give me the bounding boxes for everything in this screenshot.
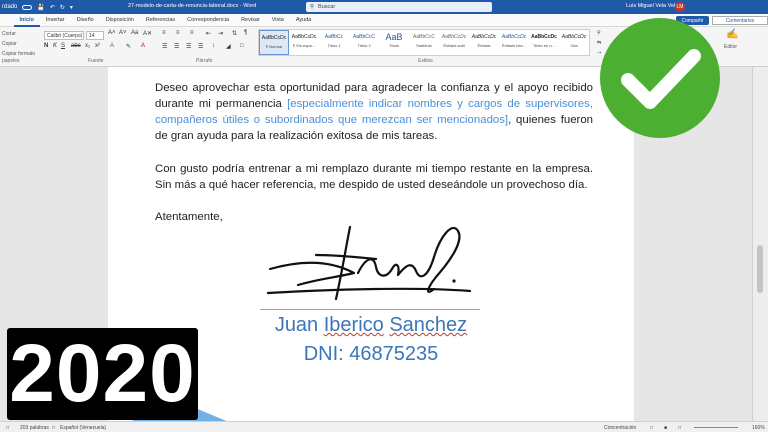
zoom-level[interactable]: 160% [752,425,765,431]
redo-icon[interactable]: ↻ [60,4,65,11]
change-case-icon[interactable]: Aa [131,30,138,36]
undo-icon[interactable]: ↶ [50,4,55,11]
tab-diseno[interactable]: Diseño [71,14,100,27]
search-placeholder: Buscar [318,4,336,10]
signature-line [260,309,480,310]
show-marks-icon[interactable]: ¶ [244,30,247,36]
proofing-icon[interactable]: □ [52,425,55,431]
paragraph-training[interactable]: Con gusto podría entrenar a mi remplazo … [155,161,593,193]
bold-button[interactable]: N [44,43,48,49]
text-effects-icon[interactable]: A [110,43,114,49]
styles-group-label: Estilos [418,58,433,64]
tab-referencias[interactable]: Referencias [140,14,181,27]
tab-ayuda[interactable]: Ayuda [290,14,318,27]
style-subtitle[interactable]: AaBbCcC Subtítulo [409,30,439,55]
borders-icon[interactable]: □ [240,43,244,49]
style-normal[interactable]: AaBbCcDc ¶ Normal [259,30,289,55]
zoom-slider[interactable] [694,427,738,428]
search-input[interactable]: ⚲ Buscar [306,2,492,12]
user-name[interactable]: Luis Miguel Vela Vela [626,3,678,9]
tab-revisar[interactable]: Revisar [235,14,266,27]
align-center-icon[interactable]: ☰ [174,43,179,50]
paragraph-thanks[interactable]: Deseo aprovechar esta oportunidad para a… [155,80,593,144]
editor-button[interactable]: Editor [724,44,737,50]
print-layout-icon[interactable]: ■ [664,425,667,431]
tab-inicio[interactable]: Inicio [13,14,40,27]
autosave-toggle[interactable] [22,4,33,10]
year-badge: 2020 [7,328,198,420]
numbering-icon[interactable]: ≡ [176,30,180,36]
scrollbar-thumb[interactable] [757,245,763,293]
style-title[interactable]: AaB Título [379,30,409,55]
subscript-button[interactable]: x₂ [85,43,90,49]
style-heading-1[interactable]: AaBbCc Título 1 [319,30,349,55]
style-heading-2[interactable]: AaBbCcC Título 2 [349,30,379,55]
strikethrough-button[interactable]: abc [71,43,81,49]
highlight-icon[interactable]: ✎ [126,43,131,50]
superscript-button[interactable]: x² [95,43,100,49]
signer-name[interactable]: Juan Iberico Sanchez [208,314,534,337]
focus-mode-button[interactable]: Concentración [604,425,636,431]
italic-button[interactable]: K [53,43,57,49]
bullets-icon[interactable]: ≡ [162,30,166,36]
signer-dni[interactable]: DNI: 46875235 [208,343,534,366]
chevron-down-icon[interactable]: ▾ [70,4,73,11]
vertical-scrollbar[interactable] [752,67,768,421]
web-layout-icon[interactable]: □ [678,425,681,431]
styles-gallery: AaBbCcDc ¶ Normal AaBbCcDc ¶ Sin espa...… [258,29,590,56]
tab-correspondencia[interactable]: Correspondencia [181,14,235,27]
multilevel-icon[interactable]: ≡ [190,30,194,36]
font-name-select[interactable]: Calibri (Cuerpo) [44,31,84,40]
format-painter-button[interactable]: Copiar formato [2,51,35,57]
paragraph-group-label: Párrafo [196,58,213,64]
tab-insertar[interactable]: Insertar [40,14,71,27]
search-icon: ⚲ [310,4,315,10]
word-count[interactable]: 203 palabras [20,425,49,431]
style-no-spacing[interactable]: AaBbCcDc ¶ Sin espa... [289,30,319,55]
sort-icon[interactable]: ⇅ [232,30,237,37]
justify-icon[interactable]: ☰ [198,43,203,50]
clear-format-icon[interactable]: A✕ [143,30,152,37]
checkmark-icon [600,18,720,138]
status-bar: □ 203 palabras □ Español (Venezuela) Con… [0,421,768,432]
autosave-label: rdado [2,4,18,10]
page-count[interactable]: □ [6,425,9,431]
tab-disposicion[interactable]: Disposición [100,14,140,27]
increase-indent-icon[interactable]: ⇥ [218,30,223,37]
copy-button[interactable]: Copiar [2,41,17,47]
document-title: 27-modelo-de-carta-de-renuncia-laboral.d… [128,3,257,9]
font-group-label: Fuente [88,58,104,64]
style-subtle-emphasis[interactable]: AaBbCcDc Énfasis sutil [439,30,469,55]
read-mode-icon[interactable]: □ [650,425,653,431]
style-quote[interactable]: AaBbCcDc Cita [559,30,589,55]
tab-vista[interactable]: Vista [266,14,290,27]
editor-icon[interactable]: ✍ [726,29,738,40]
handwritten-signature [266,225,472,301]
language-indicator[interactable]: Español (Venezuela) [60,425,106,431]
decrease-indent-icon[interactable]: ⇤ [206,30,211,37]
tab-file[interactable] [0,14,14,27]
style-strong[interactable]: AaBbCcDc Texto en n... [529,30,559,55]
style-emphasis[interactable]: AaBbCcDc Énfasis [469,30,499,55]
shrink-font-icon[interactable]: A˅ [119,30,127,36]
save-icon[interactable]: 💾 [37,4,44,11]
font-color-icon[interactable]: A [141,43,145,49]
word-window: rdado 💾 ↶ ↻ ▾ 27-modelo-de-carta-de-renu… [0,0,768,432]
title-bar: rdado 💾 ↶ ↻ ▾ 27-modelo-de-carta-de-renu… [0,0,768,14]
avatar[interactable]: LM [675,2,685,12]
align-left-icon[interactable]: ☰ [162,43,167,50]
clipboard-group-label: papeles [2,58,20,64]
underline-button[interactable]: S [61,43,65,49]
signature-dot [452,279,456,283]
style-intense-emphasis[interactable]: AaBbCcDc Énfasis inte... [499,30,529,55]
line-spacing-icon[interactable]: ↕ [212,43,215,49]
font-size-select[interactable]: 14 [86,31,104,40]
grow-font-icon[interactable]: A˄ [108,30,116,36]
align-right-icon[interactable]: ☰ [186,43,191,50]
cut-button[interactable]: Cortar [2,31,16,37]
shading-icon[interactable]: ◢ [226,43,231,50]
